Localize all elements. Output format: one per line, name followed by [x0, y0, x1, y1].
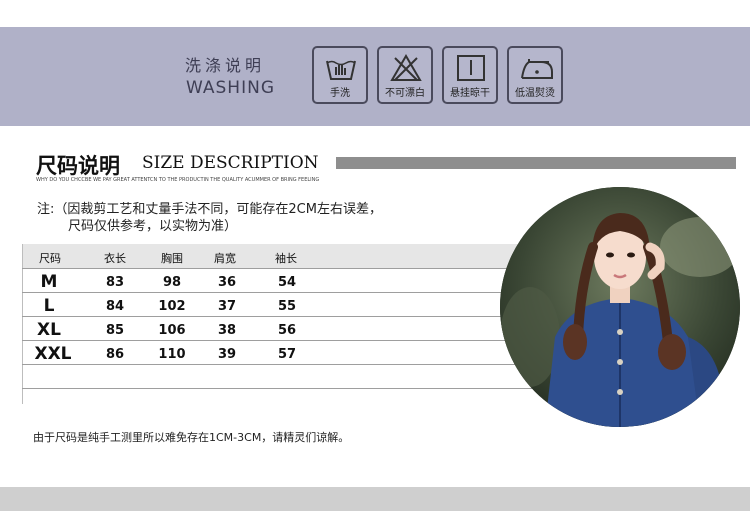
care-label: 悬挂晾干	[450, 88, 490, 99]
header-shoulder: 肩宽	[214, 252, 236, 265]
header-chest: 胸围	[161, 252, 183, 265]
table-rule	[22, 388, 540, 389]
table-cell: 56	[277, 323, 297, 338]
table-rule	[22, 316, 540, 317]
table-cell-size: XL	[37, 320, 61, 340]
table-cell: 55	[277, 299, 297, 314]
table-rule	[22, 364, 540, 365]
top-strip	[0, 0, 750, 27]
care-symbol-no-bleach: 不可漂白	[377, 46, 433, 104]
size-title-en: SIZE DESCRIPTION	[142, 153, 319, 173]
table-rule	[22, 292, 540, 293]
table-cell: 54	[277, 275, 297, 290]
table-cell: 85	[105, 323, 125, 338]
note-line-2: 尺码仅供参考，以实物为准）	[68, 219, 238, 234]
table-cell: 36	[217, 275, 237, 290]
header-size: 尺码	[39, 252, 61, 265]
washing-title-en: WASHING	[186, 78, 275, 98]
table-cell: 98	[162, 275, 182, 290]
table-cell: 83	[105, 275, 125, 290]
header-sleeve: 袖长	[275, 252, 297, 265]
table-rule	[22, 268, 540, 269]
table-cell-size: XXL	[34, 344, 72, 364]
table-cell: 110	[158, 347, 186, 362]
washing-title-cn: 洗涤说明	[185, 56, 266, 75]
size-title-cn: 尺码说明	[36, 154, 120, 178]
table-cell-size: M	[40, 272, 58, 292]
table-cell: 39	[217, 347, 237, 362]
table-cell: 86	[105, 347, 125, 362]
table-rule	[22, 340, 540, 341]
table-cell-size: L	[43, 296, 55, 316]
model-photo-illustration	[500, 187, 740, 427]
table-cell: 57	[277, 347, 297, 362]
hang-dry-icon	[457, 55, 485, 81]
care-label: 手洗	[330, 88, 350, 99]
title-divider-bar	[336, 157, 736, 169]
bottom-band	[0, 487, 750, 511]
table-cell: 38	[217, 323, 237, 338]
care-symbol-hand-wash: 手洗	[312, 46, 368, 104]
model-photo	[500, 187, 740, 427]
washing-section	[0, 27, 750, 126]
table-cell: 106	[158, 323, 186, 338]
care-label: 不可漂白	[385, 88, 425, 99]
care-symbol-hang-dry: 悬挂晾干	[442, 46, 498, 104]
footnote: 由于尺码是纯手工测里所以难免存在1CM-3CM，请精灵们谅解。	[33, 431, 350, 444]
care-label: 低温熨烫	[515, 88, 555, 99]
table-cell: 37	[217, 299, 237, 314]
table-cell: 84	[105, 299, 125, 314]
no-bleach-icon	[390, 54, 422, 81]
tagline: WHY DO YOU CHCCBE WE PAY GREAT ATTENTCN …	[36, 177, 320, 183]
header-length: 衣长	[104, 252, 126, 265]
care-symbol-low-iron: 低温熨烫	[507, 46, 563, 104]
low-iron-icon	[521, 59, 553, 79]
hand-wash-icon	[326, 60, 356, 80]
table-cell: 102	[158, 299, 186, 314]
